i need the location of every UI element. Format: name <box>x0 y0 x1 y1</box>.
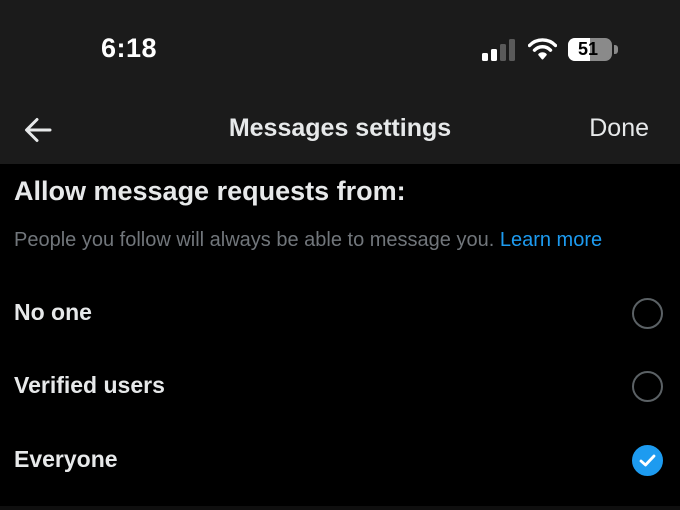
battery-percent: 51 <box>577 39 599 59</box>
done-button[interactable]: Done <box>589 114 649 143</box>
radio-unchecked-icon[interactable] <box>632 371 663 402</box>
battery-cap <box>614 45 618 54</box>
status-bar: 6:18 51 <box>0 0 680 96</box>
page-title: Messages settings <box>228 114 452 142</box>
checkmark-icon <box>639 454 656 467</box>
wifi-icon <box>527 38 558 60</box>
signal-bar <box>482 53 488 61</box>
signal-icon <box>482 39 518 61</box>
signal-bar <box>500 44 506 61</box>
option-verified-users[interactable]: Verified users <box>0 355 680 419</box>
option-label: Verified users <box>14 372 165 398</box>
battery-icon: 51 <box>568 38 612 61</box>
option-label: Everyone <box>14 446 118 472</box>
navigation-bar: Messages settings Done <box>0 96 680 164</box>
description-text: People you follow will always be able to… <box>14 229 495 251</box>
status-time: 6:18 <box>101 33 158 63</box>
radio-unchecked-icon[interactable] <box>632 298 663 329</box>
option-no-one[interactable]: No one <box>0 282 680 346</box>
option-everyone[interactable]: Everyone <box>0 429 680 493</box>
radio-checked-icon[interactable] <box>632 445 663 476</box>
signal-bar <box>509 39 515 61</box>
bottom-divider <box>0 506 680 510</box>
option-label: No one <box>14 299 92 325</box>
signal-bar <box>491 49 497 61</box>
learn-more-link[interactable]: Learn more <box>500 229 602 251</box>
section-description: People you follow will always be able to… <box>14 229 674 252</box>
section-heading: Allow message requests from: <box>14 176 406 206</box>
